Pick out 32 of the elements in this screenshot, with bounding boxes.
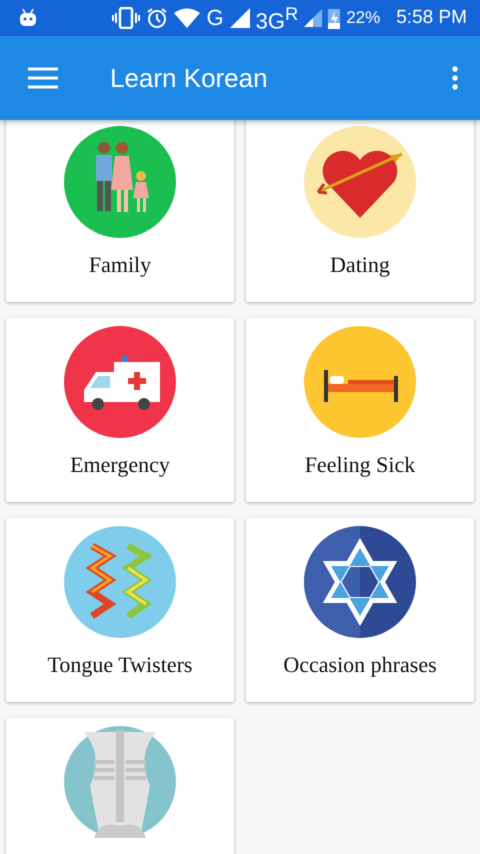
category-label: Family bbox=[88, 252, 152, 278]
bed-icon bbox=[304, 326, 416, 438]
more-options-icon[interactable] bbox=[452, 66, 458, 90]
category-label: Emergency bbox=[70, 452, 170, 478]
zigzag-icon bbox=[64, 526, 176, 638]
wifi-icon bbox=[174, 8, 200, 28]
category-card[interactable]: Feeling Sick bbox=[246, 318, 474, 502]
signal-icon bbox=[230, 8, 250, 28]
battery-icon bbox=[328, 7, 340, 29]
category-label: Occasion phrases bbox=[283, 652, 437, 678]
category-card[interactable]: Tongue Twisters bbox=[6, 518, 234, 702]
vibrate-icon bbox=[112, 7, 140, 29]
category-card[interactable]: Emergency bbox=[6, 318, 234, 502]
category-card[interactable]: Dating bbox=[246, 120, 474, 302]
network-label: 3G$^{R}$ bbox=[256, 2, 298, 34]
category-label: Tongue Twisters bbox=[48, 652, 192, 678]
signal-icon bbox=[304, 8, 322, 28]
robot-icon bbox=[18, 9, 38, 27]
category-label: Feeling Sick bbox=[304, 452, 416, 478]
app-title: Learn Korean bbox=[110, 62, 269, 94]
category-card[interactable] bbox=[6, 718, 234, 854]
network-label: G bbox=[206, 6, 224, 30]
category-card[interactable]: Family bbox=[6, 120, 234, 302]
battery-percentage: 22% bbox=[346, 7, 380, 29]
torso-icon bbox=[64, 726, 176, 838]
category-card[interactable]: Occasion phrases bbox=[246, 518, 474, 702]
alarm-icon bbox=[146, 7, 168, 29]
category-label: Dating bbox=[330, 252, 390, 278]
clock-time: 5:58 PM bbox=[396, 6, 467, 30]
menu-icon[interactable] bbox=[28, 67, 58, 89]
family-icon bbox=[64, 126, 176, 238]
ambulance-icon bbox=[64, 326, 176, 438]
